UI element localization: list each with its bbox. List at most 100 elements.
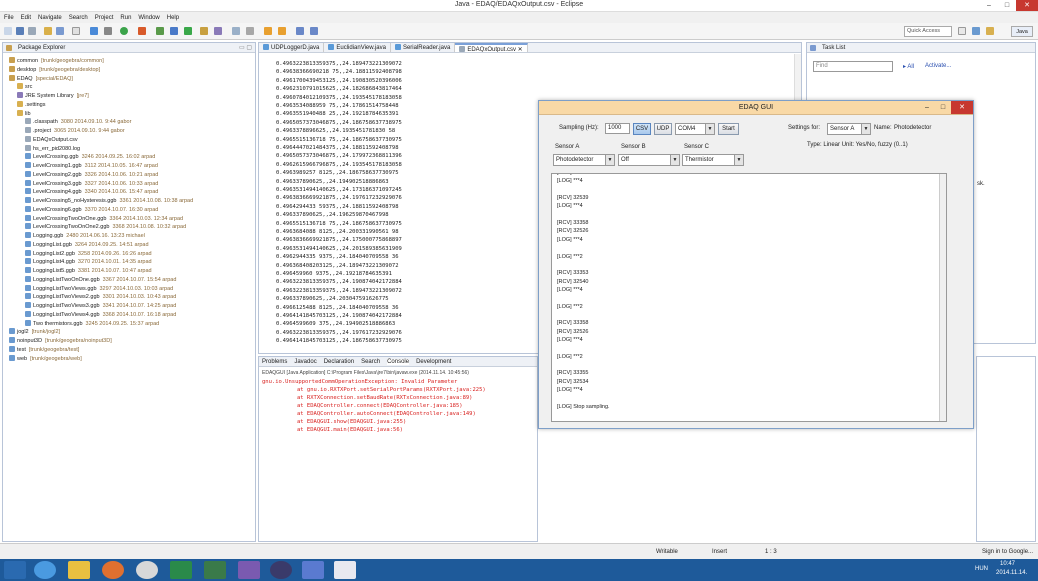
tab-console[interactable]: Console	[387, 358, 410, 365]
back-icon[interactable]	[296, 27, 304, 35]
menu-file[interactable]: File	[4, 15, 14, 21]
maximize-icon[interactable]: □	[935, 101, 951, 114]
next-annotation-icon[interactable]	[264, 27, 272, 35]
language-indicator[interactable]: HUN	[975, 566, 988, 572]
open-type-icon[interactable]	[200, 27, 208, 35]
settings-for-select[interactable]: Sensor A ▼	[827, 123, 871, 135]
maximize-icon[interactable]: □	[998, 0, 1016, 11]
menu-run[interactable]: Run	[120, 15, 131, 21]
tree-item[interactable]: hs_err_pid2080.log	[25, 144, 83, 152]
prev-annotation-icon[interactable]	[278, 27, 286, 35]
svn-perspective-icon[interactable]	[986, 27, 994, 35]
tab-javadoc[interactable]: Javadoc	[294, 359, 316, 365]
firefox-icon[interactable]	[102, 561, 124, 579]
stack-trace-line[interactable]: at gnu.io.RXTXPort.setSerialPortParams(R…	[297, 387, 486, 393]
task-list-title[interactable]: Task List	[822, 45, 845, 51]
print-icon[interactable]	[28, 27, 36, 35]
udp-toggle[interactable]: UDP	[654, 123, 672, 135]
activate-link[interactable]: Activate...	[925, 63, 951, 69]
tree-item[interactable]: LevelCrossing.ggb 3246 2014.09.25. 16:02 …	[25, 153, 155, 160]
java-icon[interactable]	[334, 561, 356, 579]
tree-item[interactable]: common [trunk/geogebra/common]	[9, 57, 104, 64]
java-perspective-button[interactable]: Java	[1011, 26, 1033, 37]
start-icon[interactable]	[4, 561, 26, 579]
port-select[interactable]: COM4 ▼	[675, 123, 715, 135]
tree-item[interactable]: Two thermistors.ggb 3245 2014.09.25. 15:3…	[25, 319, 159, 327]
tree-item[interactable]: LoggingListTwoViews.ggb 3297 2014.10.03. …	[25, 284, 173, 292]
log-scrollbar[interactable]	[939, 174, 946, 421]
find-input[interactable]: Find	[813, 61, 893, 72]
sign-in-link[interactable]: Sign in to Google...	[982, 549, 1033, 555]
tree-item[interactable]: LevelCrossing1.ggb 3112 2014.10.05. 16:47…	[25, 162, 158, 169]
tree-item[interactable]: LoggingList5.ggb 3381 2014.10.07. 10:47 a…	[25, 267, 152, 274]
tree-item[interactable]: LoggingListTwoViews4.ggb 3368 2014.10.07.…	[25, 310, 176, 318]
menu-edit[interactable]: Edit	[21, 15, 31, 21]
eclipse-icon[interactable]	[270, 561, 292, 579]
tree-item[interactable]: LevelCrossing4.ggb 3340 2014.10.06. 15:47…	[25, 188, 158, 195]
csv-toggle[interactable]: CSV	[633, 123, 651, 135]
tab-serialreader[interactable]: SerialReader.java	[391, 43, 456, 52]
tab-search[interactable]: Search	[361, 359, 380, 365]
tree-item[interactable]: LoggingListTwoViews2.ggb 3301 2014.10.03.…	[25, 293, 176, 300]
tree-item[interactable]: LevelCrossing6.ggb 3370 2014.10.07. 16:30…	[25, 205, 158, 213]
close-icon[interactable]: ✕	[951, 101, 973, 114]
tree-item[interactable]: test [trunk/geogebra/test]	[9, 345, 79, 353]
tree-item[interactable]: LevelCrossing2.ggb 3326 2014.10.06. 10:21…	[25, 170, 158, 178]
tab-declaration[interactable]: Declaration	[324, 359, 354, 365]
save-icon[interactable]	[16, 27, 24, 35]
tree-item[interactable]: LoggingList2.ggb 3258 2014.09.26. 16:26 a…	[25, 249, 152, 257]
minimize-icon[interactable]: –	[919, 101, 935, 114]
stack-trace-line[interactable]: at EDAQGUI.show(EDAQGUI.java:255)	[297, 419, 406, 425]
geogebra-icon[interactable]	[302, 561, 324, 579]
toggle-mark-icon[interactable]	[246, 27, 254, 35]
tree-item[interactable]: noinput3D [trunk/geogebra/noinput3D]	[9, 337, 112, 344]
menu-navigate[interactable]: Navigate	[38, 15, 62, 21]
stack-trace-line[interactable]: at EDAQGUI.main(EDAQGUI.java:56)	[297, 427, 403, 433]
debug-icon[interactable]	[90, 27, 98, 35]
tree-item[interactable]: LoggingListTwoOnOne.ggb 3367 2014.10.07. …	[25, 275, 176, 283]
package-explorer-title[interactable]: Package Explorer	[18, 45, 65, 51]
log-textarea[interactable]: [RCV] 33348 [LOG] ***4 [RCV] 32539 [LOG] **…	[551, 173, 947, 422]
tree-item[interactable]: LoggingList4.ggb 3270 2014.10.01. 14:35 a…	[25, 258, 152, 265]
minimize-icon[interactable]: –	[980, 0, 998, 11]
tab-problems[interactable]: Problems	[262, 359, 287, 365]
stack-trace-line[interactable]: at EDAQController.autoConnect(EDAQContro…	[297, 411, 476, 417]
tree-item[interactable]: LevelCrossingTwoOnOne.ggb 3364 2014.10.03…	[25, 214, 183, 222]
stack-trace-line[interactable]: at EDAQController.connect(EDAQController…	[297, 403, 463, 409]
chrome-icon[interactable]	[136, 561, 158, 579]
start-button[interactable]: Start	[718, 123, 739, 135]
new-package-icon[interactable]	[170, 27, 178, 35]
tree-item[interactable]: jogl2 [trunk/jogl2]	[9, 328, 60, 335]
sampling-input[interactable]: 1000	[605, 123, 630, 134]
menu-search[interactable]: Search	[69, 15, 88, 21]
close-icon[interactable]: ✕	[1016, 0, 1038, 11]
tab-edaqxoutput[interactable]: EDAQxOutput.csv ✕	[455, 43, 528, 52]
open-perspective-icon[interactable]	[958, 27, 966, 35]
tab-development[interactable]: Development	[416, 359, 451, 365]
tree-item[interactable]: desktop [trunk/geogebra/desktop]	[9, 65, 100, 73]
stack-trace-line[interactable]: at RXTXConnection.setBaudRate(RXTxConnec…	[297, 395, 473, 401]
sensor-a-select[interactable]: Photodetector ▼	[553, 154, 615, 166]
tree-item[interactable]: EDAQ [special/EDAQ]	[9, 74, 73, 82]
forward-icon[interactable]	[310, 27, 318, 35]
settings-icon[interactable]	[56, 27, 64, 35]
menu-help[interactable]: Help	[167, 15, 179, 21]
sensor-b-select[interactable]: Off ▼	[618, 154, 680, 166]
search-icon[interactable]	[214, 27, 222, 35]
excel-icon[interactable]	[204, 561, 226, 579]
new-icon[interactable]	[4, 27, 12, 35]
sensor-c-select[interactable]: Thermistor ▼	[682, 154, 744, 166]
tree-item[interactable]: EDAQxOutput.csv	[25, 135, 81, 143]
ie-icon[interactable]	[34, 561, 56, 579]
run-icon[interactable]	[120, 27, 128, 35]
menu-project[interactable]: Project	[95, 15, 114, 21]
tree-item[interactable]: .project 3065 2014.09.10. 9:44 gabor	[25, 127, 125, 134]
tree-item[interactable]: LevelCrossing3.ggb 3327 2014.10.06. 10:33…	[25, 179, 158, 187]
tree-item[interactable]: LoggingListTwoViews3.ggb 3341 2014.10.07.…	[25, 302, 176, 309]
tree-item[interactable]: lib	[17, 109, 34, 117]
minimize-view-icon[interactable]: ▭ ▢	[239, 44, 252, 51]
tree-item[interactable]: LoggingList.ggb 3264 2014.09.25. 14:51 ar…	[25, 240, 149, 248]
toggle-icon[interactable]	[72, 27, 80, 35]
menu-window[interactable]: Window	[138, 15, 159, 21]
new-java-project-icon[interactable]	[156, 27, 164, 35]
